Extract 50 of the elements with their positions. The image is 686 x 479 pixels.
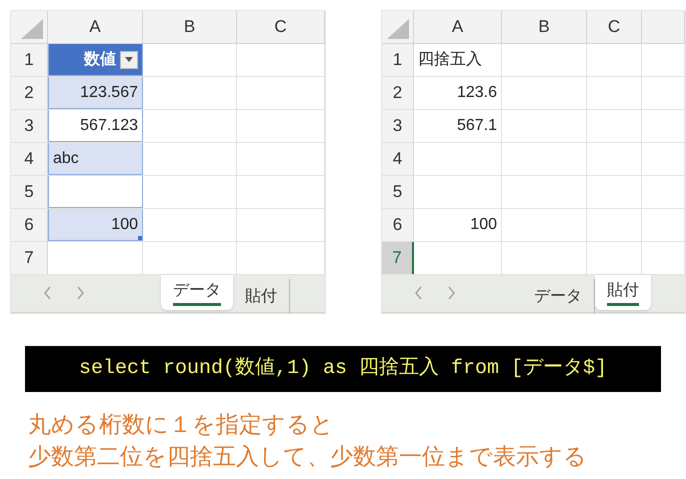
row-header[interactable]: 2: [11, 77, 48, 109]
column-header[interactable]: B: [502, 11, 587, 43]
sheet-tab[interactable]: データ: [161, 275, 233, 310]
explanation-text: 丸める桁数に１を指定すると: [28, 410, 335, 439]
cell-text: 123.6: [456, 83, 497, 103]
resize-handle-icon[interactable]: [138, 236, 142, 240]
chevron-right-icon[interactable]: [76, 286, 85, 300]
cell-text: 567.1: [456, 116, 497, 136]
table-cell[interactable]: 数値: [48, 44, 143, 76]
chevron-left-icon[interactable]: [414, 286, 423, 300]
explanation-text: 少数第二位を四捨五入して、少数第一位まで表示する: [28, 442, 588, 471]
row-header[interactable]: 7: [382, 242, 414, 274]
row-header[interactable]: 6: [382, 209, 414, 241]
filter-dropdown-button[interactable]: [120, 50, 138, 68]
table-cell[interactable]: 567.123: [48, 110, 143, 142]
caret-down-icon: [125, 57, 133, 62]
sheet-tab[interactable]: 貼付: [595, 275, 651, 310]
cell-text: 123.567: [80, 82, 138, 102]
table-cell[interactable]: [48, 176, 143, 208]
column-header[interactable]: A: [48, 11, 143, 43]
row-header[interactable]: 3: [382, 110, 414, 142]
sheet-tab[interactable]: 貼付: [233, 279, 290, 314]
row-header[interactable]: 1: [11, 44, 48, 76]
cell-text: abc: [53, 148, 79, 168]
row-header[interactable]: 4: [382, 143, 414, 175]
row-header[interactable]: 5: [11, 176, 48, 208]
corner-triangle-icon: [21, 19, 43, 39]
column-header[interactable]: C: [237, 11, 325, 43]
cell-text: 100: [470, 215, 497, 235]
column-header[interactable]: A: [414, 11, 502, 43]
cell-text: 100: [111, 214, 138, 234]
table-cell[interactable]: abc: [48, 143, 143, 175]
row-header[interactable]: 3: [11, 110, 48, 142]
chevron-left-icon[interactable]: [43, 286, 52, 300]
column-header[interactable]: C: [587, 11, 642, 43]
column-header[interactable]: B: [143, 11, 237, 43]
corner-triangle-icon: [387, 19, 409, 39]
table-cell[interactable]: 123.567: [48, 77, 143, 109]
table-cell[interactable]: 100: [48, 209, 143, 241]
row-header[interactable]: 6: [11, 209, 48, 241]
chevron-right-icon[interactable]: [447, 286, 456, 300]
sql-query: select round(数値,1) as 四捨五入 from [データ$]: [78, 356, 608, 382]
cell-text: 数値: [84, 50, 116, 70]
row-header[interactable]: 5: [382, 176, 414, 208]
row-header[interactable]: 1: [382, 44, 414, 76]
row-header[interactable]: 2: [382, 77, 414, 109]
cell-text: 567.123: [80, 116, 138, 136]
cell-text: 四捨五入: [418, 50, 482, 70]
row-header[interactable]: 4: [11, 143, 48, 175]
row-header[interactable]: 7: [11, 242, 48, 274]
